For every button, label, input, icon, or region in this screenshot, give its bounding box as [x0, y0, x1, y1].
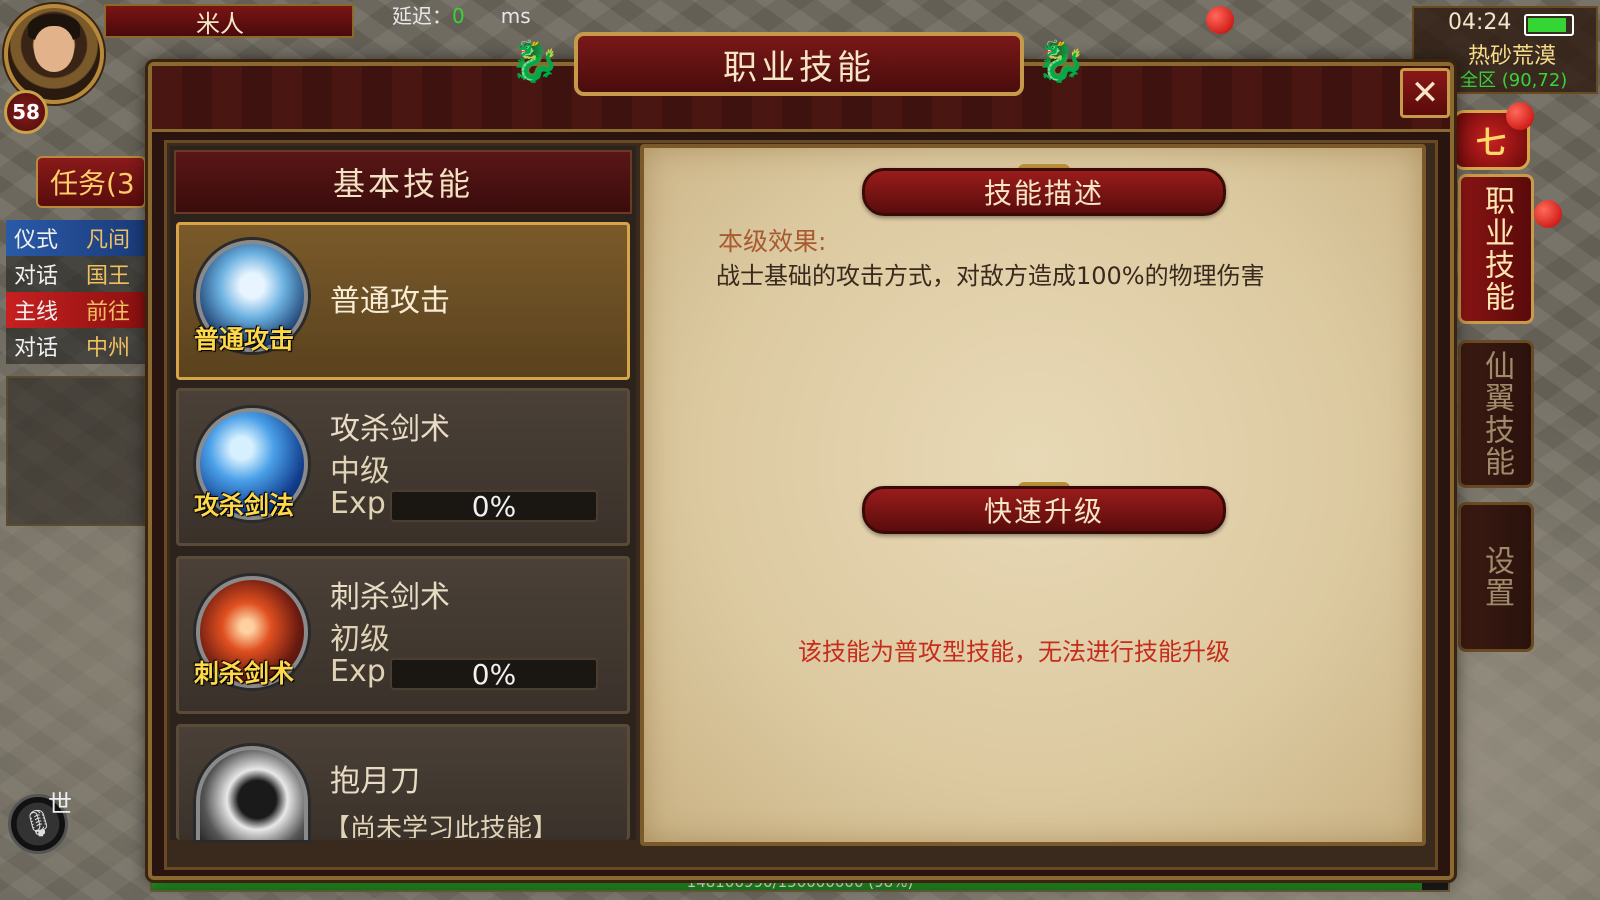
dialog-title: 职业技能 [574, 32, 1024, 96]
character-preview [6, 376, 146, 526]
skill-exp-label: Exp [330, 486, 386, 521]
skill-name: 刺杀剑术 [330, 580, 450, 615]
description-heading: 技能描述 [862, 168, 1226, 216]
skill-exp-label: Exp [330, 654, 386, 689]
skill-icon-label: 普通攻击 [194, 325, 295, 354]
quest-target: 凡间 [86, 228, 131, 253]
skill-exp-bar: 0% [390, 658, 598, 691]
skill-status: 【尚未学习此技能】 [324, 814, 559, 838]
tab-settings[interactable]: 设置 [1458, 502, 1534, 652]
quest-target: 中州 [86, 336, 131, 361]
upgrade-unavailable-note: 该技能为普攻型技能，无法进行技能升级 [798, 638, 1230, 666]
quest-list: 仪式 凡间 对话 国王 主线 前往 对话 中州 [6, 220, 146, 364]
world-channel-label[interactable]: 世 [48, 784, 72, 819]
battery-icon [1524, 14, 1574, 36]
tab-wing-skills[interactable]: 仙翼技能 [1458, 340, 1534, 488]
skill-icon-label: 攻杀剑法 [194, 491, 295, 520]
latency-value: 0 [452, 4, 465, 28]
player-level-badge: 58 [4, 90, 48, 134]
quest-type: 主线 [14, 300, 59, 325]
latency-unit: ms [500, 4, 531, 28]
notification-dot [1534, 200, 1562, 228]
quest-target: 国王 [86, 264, 131, 289]
skill-name: 普通攻击 [330, 284, 450, 319]
dragon-ornament-icon: 🐉 [510, 38, 560, 85]
skill-exp-bar: 0% [390, 490, 598, 523]
dragon-ornament-icon: 🐉 [1036, 38, 1086, 85]
notification-dot [1206, 6, 1234, 34]
skill-name: 抱月刀 [330, 764, 420, 799]
avatar-face [34, 26, 74, 72]
latency-readout: 延迟：0 ms [392, 0, 531, 29]
close-icon: ✕ [1410, 73, 1440, 113]
battery-fill [1528, 18, 1566, 32]
skill-name: 攻杀剑术 [330, 412, 450, 447]
skill-level: 初级 [330, 622, 390, 657]
effect-label: 本级效果: [718, 227, 827, 256]
tab-class-skills[interactable]: 职业技能 [1458, 174, 1534, 324]
skill-icon-label: 刺杀剑术 [194, 659, 295, 688]
map-coordinates: 全区 (90,72) [1460, 70, 1568, 91]
quick-upgrade-heading: 快速升级 [862, 486, 1226, 534]
notification-dot [1506, 102, 1534, 130]
task-tab[interactable]: 任务(3 [36, 156, 146, 208]
quest-row[interactable]: 主线 前往 [6, 292, 146, 328]
clock: 04:24 [1448, 10, 1512, 35]
skill-level: 中级 [330, 454, 390, 489]
quest-type: 对话 [14, 264, 59, 289]
effect-description: 战士基础的攻击方式，对敌方造成100%的物理伤害 [716, 262, 1265, 290]
section-header: 基本技能 [174, 150, 632, 214]
latency-label: 延迟： [392, 4, 452, 28]
quest-type: 对话 [14, 336, 59, 361]
quest-target: 前往 [86, 300, 131, 325]
quest-type: 仪式 [14, 228, 59, 253]
quest-row[interactable]: 对话 国王 [6, 256, 146, 292]
quest-row[interactable]: 对话 中州 [6, 328, 146, 364]
close-button[interactable]: ✕ [1400, 68, 1450, 118]
player-name: 米人 [104, 4, 354, 38]
quest-row[interactable]: 仪式 凡间 [6, 220, 146, 256]
